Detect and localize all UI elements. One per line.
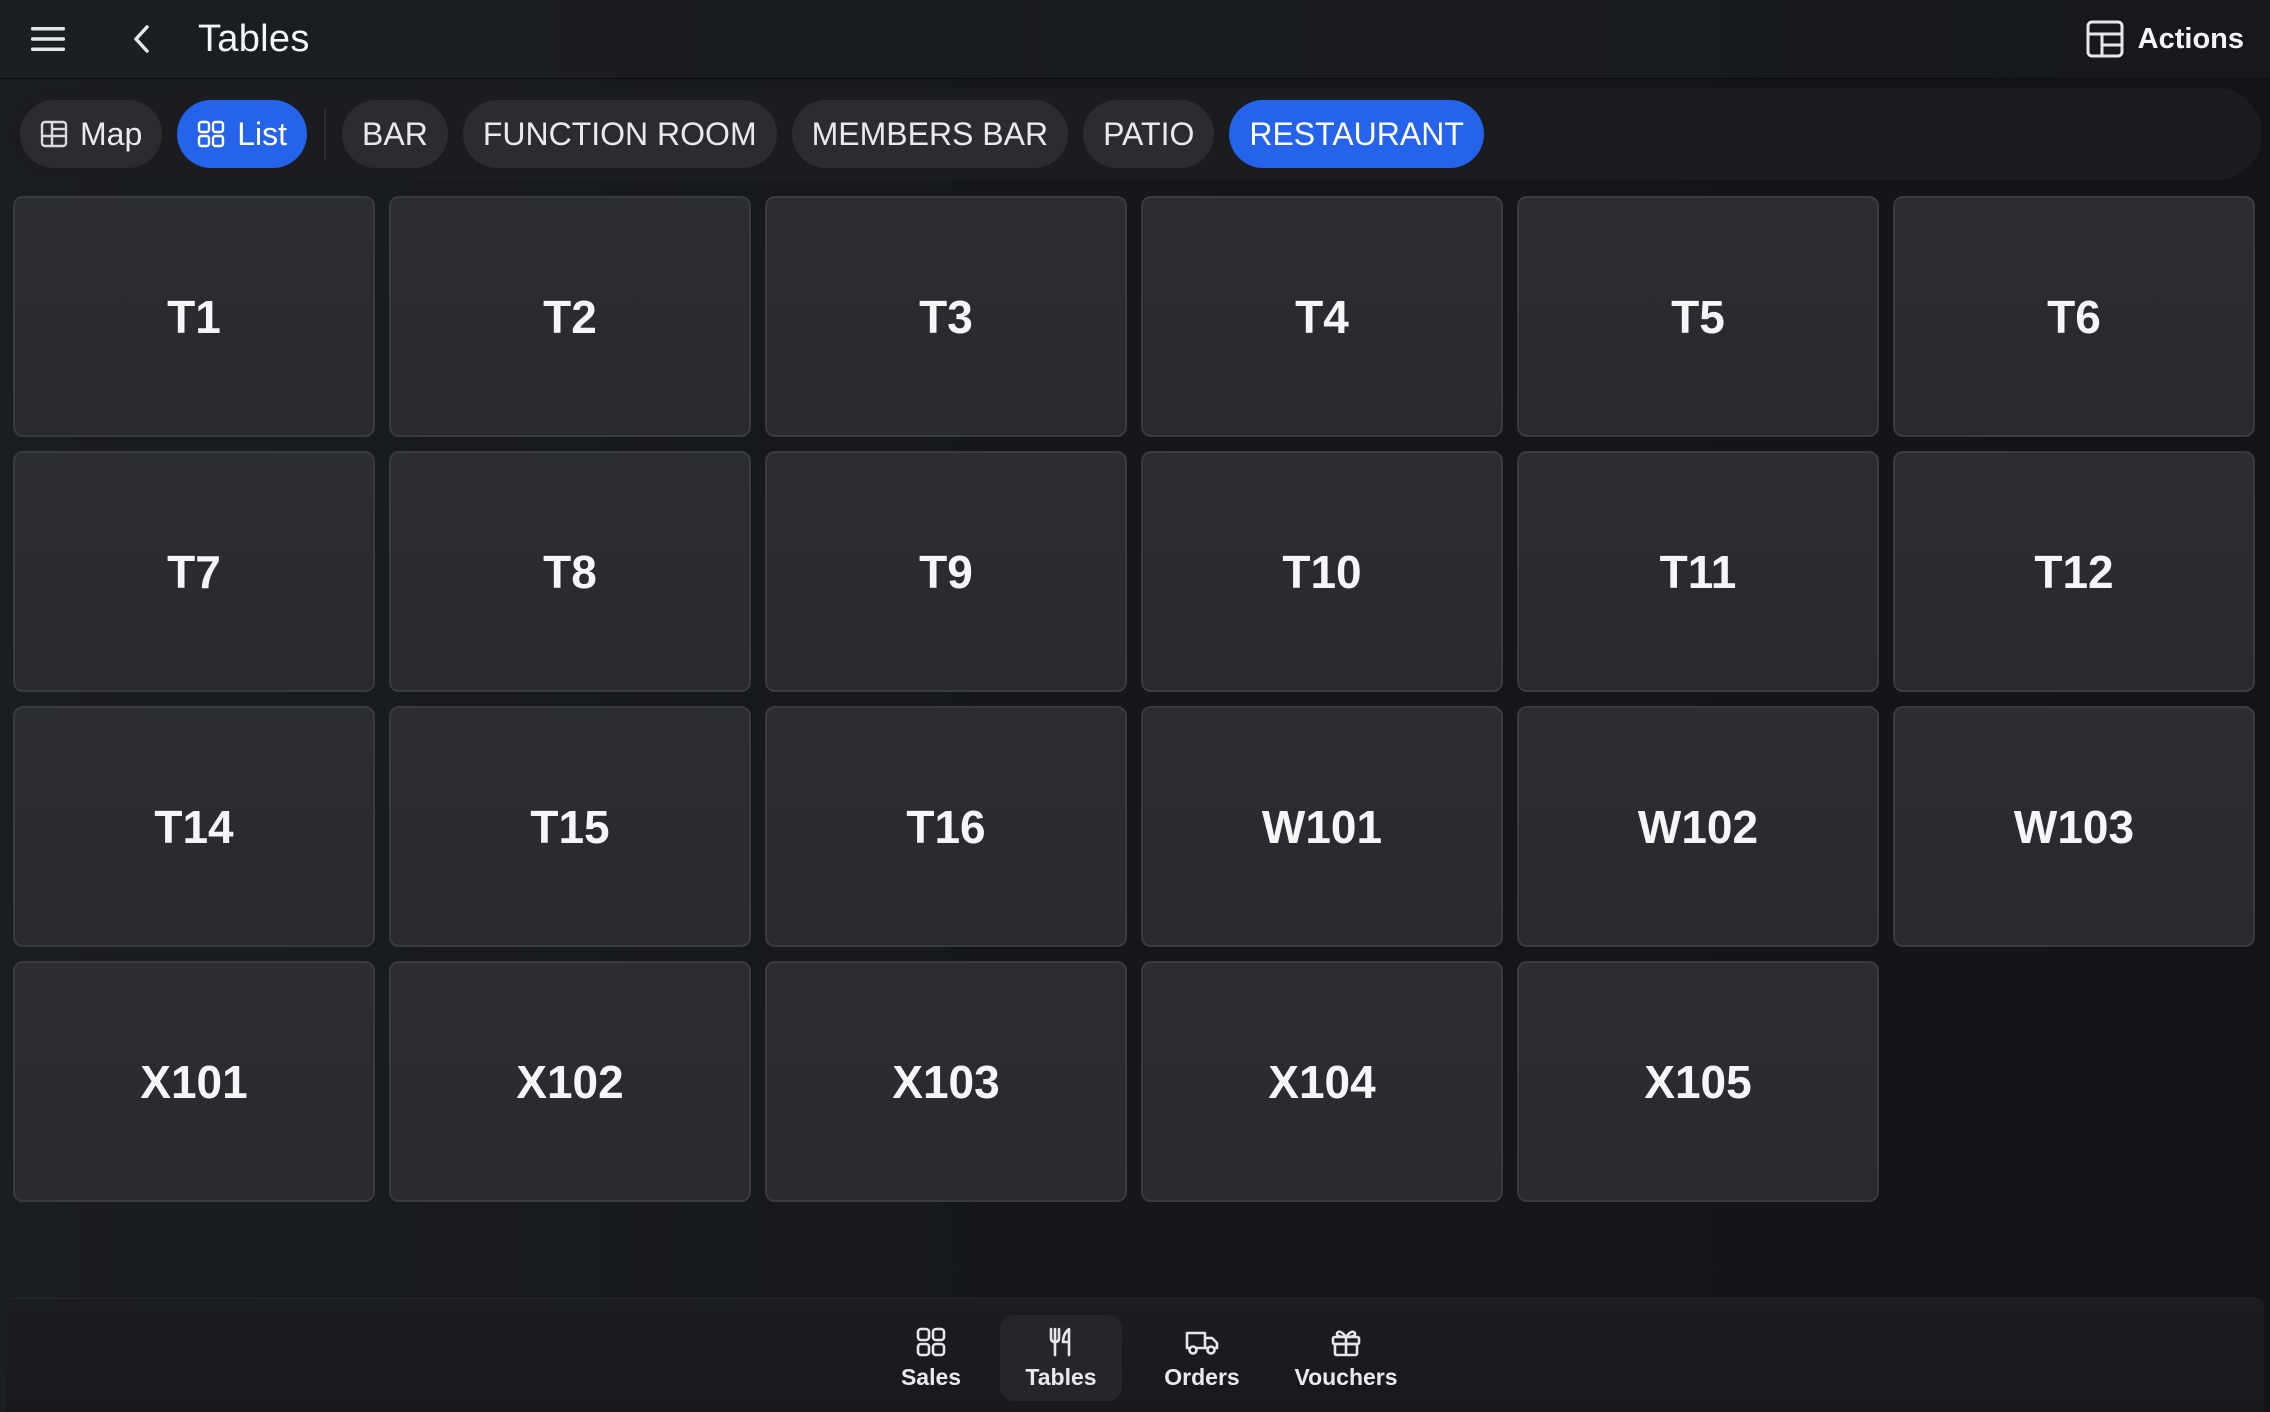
- gift-icon: [1331, 1329, 1361, 1356]
- tables-grid: T1 T2 T3 T4 T5 T6 T7 T8 T9 T10 T11 T12 T…: [13, 196, 2255, 1202]
- table-tile[interactable]: T2: [389, 196, 751, 437]
- table-tile[interactable]: T10: [1141, 451, 1503, 692]
- table-tile[interactable]: X105: [1517, 961, 1879, 1202]
- back-button[interactable]: [110, 7, 174, 71]
- map-icon: [40, 120, 68, 148]
- table-tile[interactable]: X104: [1141, 961, 1503, 1202]
- table-tile[interactable]: T7: [13, 451, 375, 692]
- nav-item-vouchers[interactable]: Vouchers: [1280, 1315, 1412, 1401]
- table-tile[interactable]: X102: [389, 961, 751, 1202]
- nav-item-orders[interactable]: Orders: [1152, 1315, 1252, 1401]
- nav-label: Vouchers: [1294, 1363, 1398, 1390]
- table-tile[interactable]: T12: [1893, 451, 2255, 692]
- utensils-icon: [1049, 1327, 1071, 1356]
- list-view-button[interactable]: List: [177, 100, 308, 168]
- menu-button[interactable]: [16, 7, 80, 71]
- table-tile[interactable]: W101: [1141, 706, 1503, 947]
- area-tab-label: MEMBERS BAR: [811, 115, 1049, 152]
- table-tile[interactable]: T3: [765, 196, 1127, 437]
- area-tab-patio[interactable]: PATIO: [1083, 100, 1215, 168]
- area-tab-members-bar[interactable]: MEMBERS BAR: [791, 100, 1069, 168]
- map-view-label: Map: [80, 115, 143, 152]
- page-title: Tables: [198, 17, 310, 60]
- area-tab-label: RESTAURANT: [1249, 115, 1464, 152]
- map-view-button[interactable]: Map: [20, 100, 163, 168]
- area-tab-label: FUNCTION ROOM: [482, 115, 757, 152]
- truck-icon: [1185, 1331, 1219, 1355]
- table-tile[interactable]: T16: [765, 706, 1127, 947]
- nav-item-tables[interactable]: Tables: [1000, 1315, 1122, 1401]
- table-tile[interactable]: T14: [13, 706, 375, 947]
- table-tile[interactable]: T4: [1141, 196, 1503, 437]
- chevron-left-icon: [134, 25, 149, 53]
- table-tile[interactable]: W102: [1517, 706, 1879, 947]
- table-tile[interactable]: T5: [1517, 196, 1879, 437]
- nav-item-sales[interactable]: Sales: [883, 1315, 979, 1401]
- table-tile[interactable]: T6: [1893, 196, 2255, 437]
- app-root: Tables Actions Map List BAR FUNCTION ROO…: [0, 0, 2270, 1412]
- table-tile[interactable]: T1: [13, 196, 375, 437]
- nav-label: Sales: [900, 1363, 962, 1390]
- actions-label: Actions: [2137, 22, 2244, 55]
- area-tab-bar[interactable]: BAR: [342, 100, 448, 168]
- table-tile[interactable]: T15: [389, 706, 751, 947]
- menu-icon: [31, 27, 65, 51]
- grid-icon: [197, 120, 225, 148]
- area-tab-label: PATIO: [1103, 115, 1195, 152]
- area-tab-label: BAR: [362, 115, 428, 152]
- table-tile[interactable]: X103: [765, 961, 1127, 1202]
- table-tile[interactable]: W103: [1893, 706, 2255, 947]
- bottom-nav: Sales Tables Orders Vouchers: [6, 1298, 2264, 1412]
- nav-label: Tables: [1025, 1363, 1097, 1390]
- table-tile[interactable]: T11: [1517, 451, 1879, 692]
- table-tile[interactable]: T9: [765, 451, 1127, 692]
- area-tab-function-room[interactable]: FUNCTION ROOM: [462, 100, 777, 168]
- table-tile[interactable]: X101: [13, 961, 375, 1202]
- table-tile[interactable]: T8: [389, 451, 751, 692]
- grid-icon: [916, 1327, 946, 1356]
- actions-button[interactable]: Actions: [2086, 10, 2244, 68]
- nav-label: Orders: [1164, 1363, 1240, 1390]
- top-bar: Tables Actions: [0, 0, 2270, 79]
- layout-icon: [2086, 20, 2124, 58]
- filter-bar: Map List BAR FUNCTION ROOM MEMBERS BAR P…: [8, 88, 2262, 180]
- list-view-label: List: [237, 115, 288, 152]
- divider: [324, 108, 327, 160]
- area-tab-restaurant[interactable]: RESTAURANT: [1229, 100, 1484, 168]
